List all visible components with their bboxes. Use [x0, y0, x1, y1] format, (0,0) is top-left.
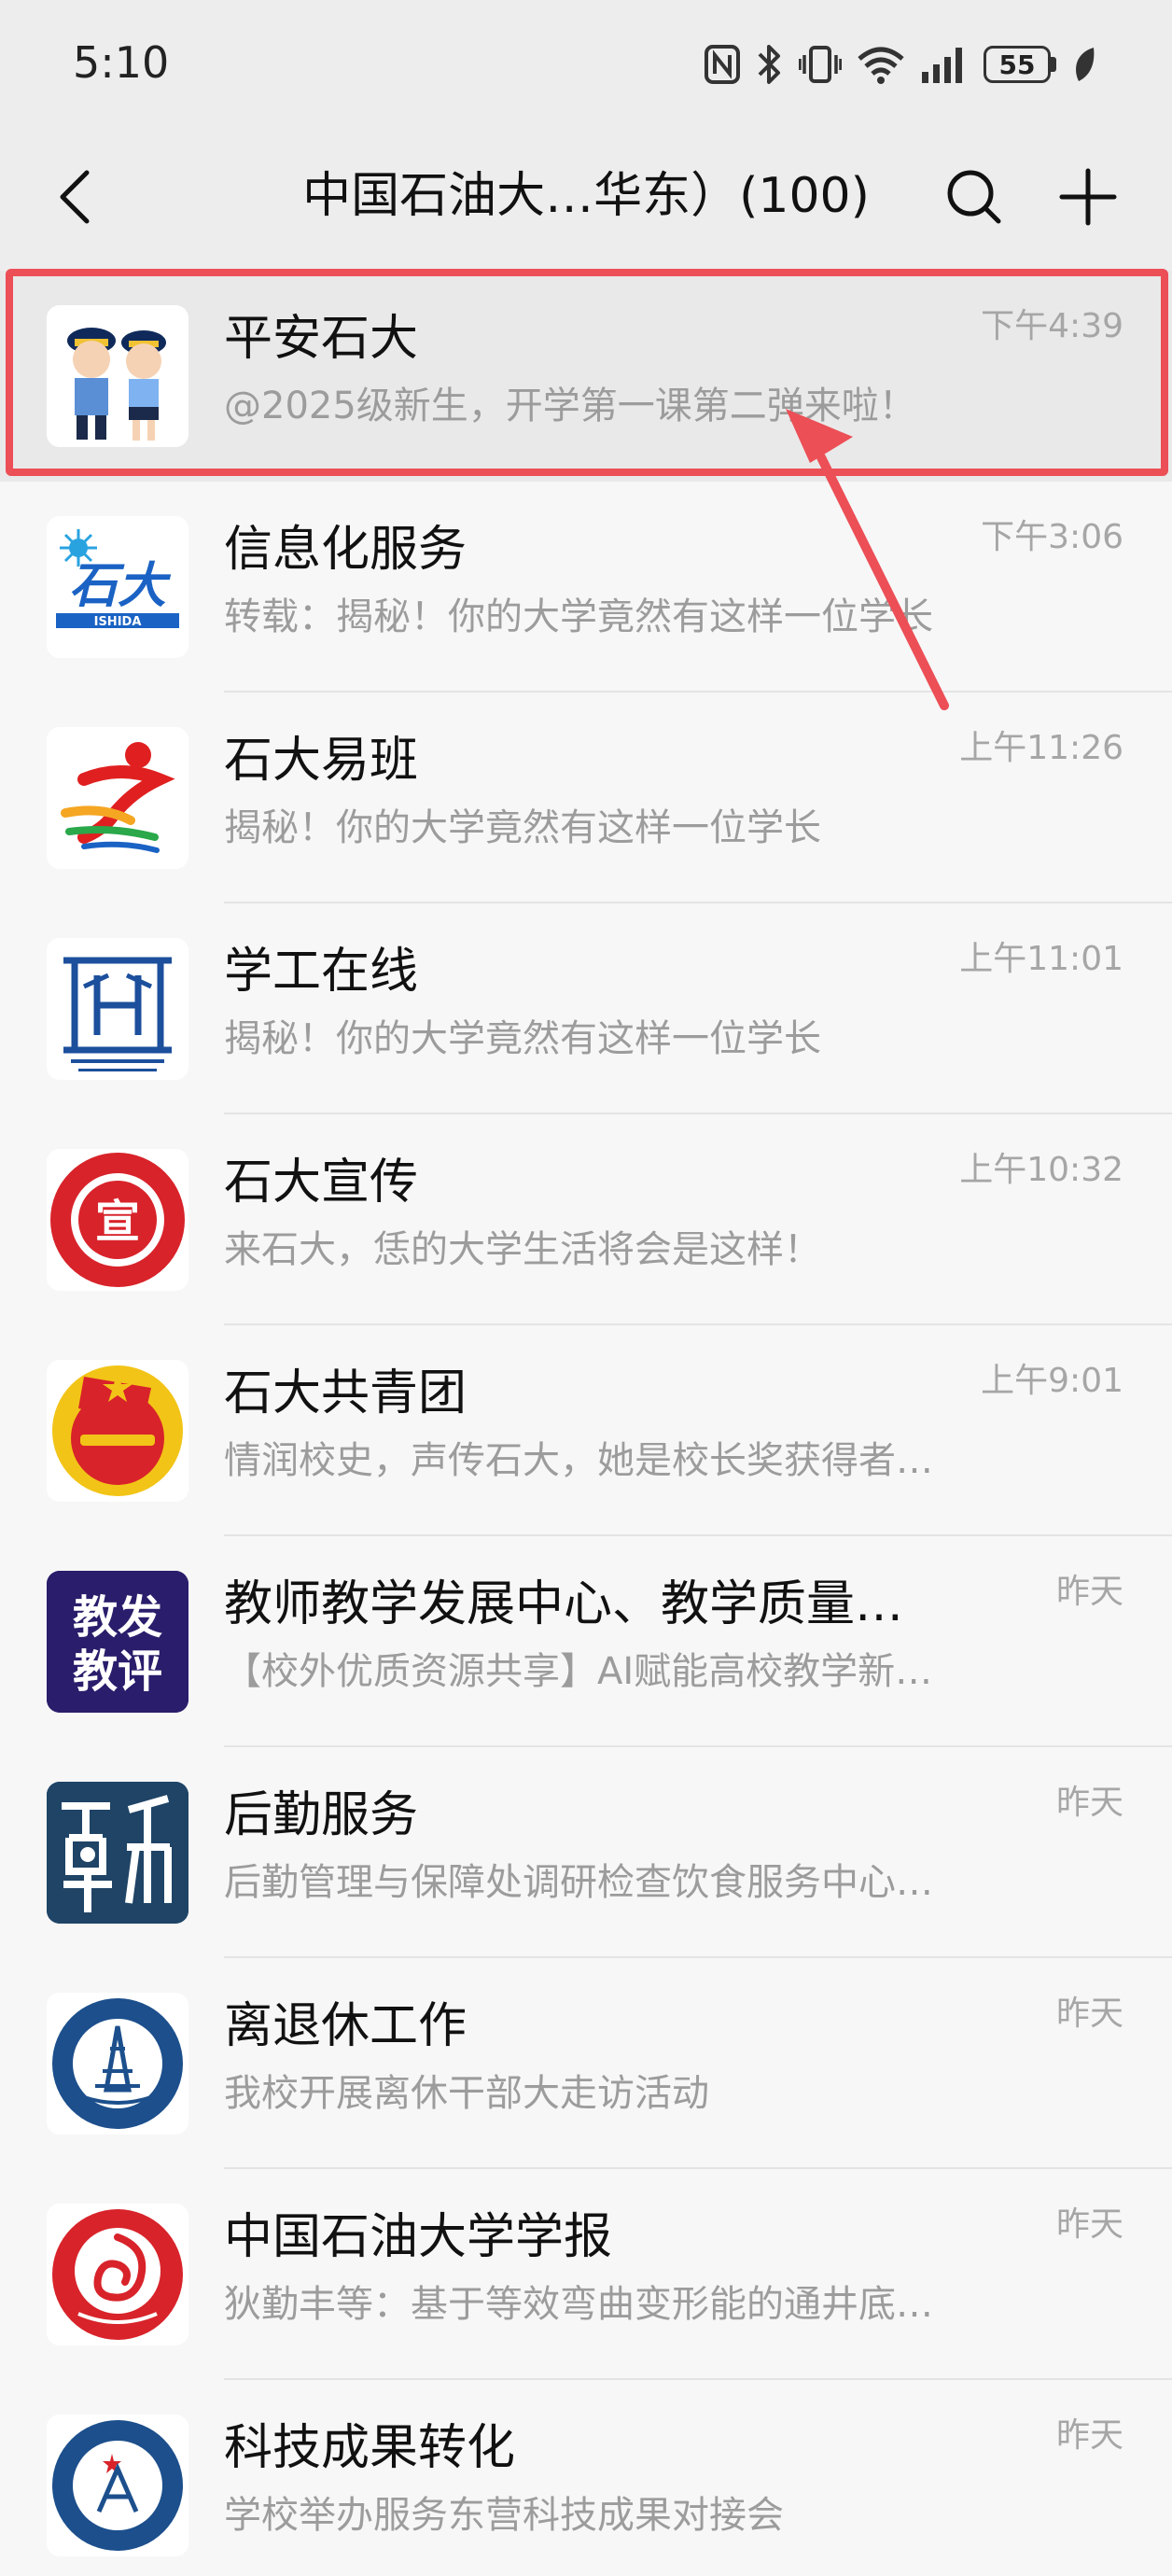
message-preview: 狄勤丰等：基于等效弯曲变形能的通井底… [224, 2283, 933, 2326]
university-seal-avatar: 宣 [47, 1149, 188, 1291]
message-preview: 后勤管理与保障处调研检查饮食服务中心… [224, 1861, 933, 1904]
message-time: 上午9:01 [981, 1362, 1123, 1400]
message-time: 昨天 [1055, 2416, 1123, 2455]
message-preview: 来石大，恁的大学生活将会是这样！ [224, 1228, 821, 1271]
official-accounts-list: 平安石大 @2025级新生，开学第一课第二弹来啦！ 下午4:39 石大 ISHI… [0, 271, 1172, 2576]
police-mascots-avatar [47, 305, 188, 447]
chevron-left-icon [60, 170, 90, 224]
list-item[interactable]: 宣 石大宣传 来石大，恁的大学生活将会是这样！ 上午10:32 [0, 1114, 1172, 1325]
nav-header: 中国石油大…华东）(100) [0, 131, 1172, 261]
runner-logo-avatar [47, 727, 188, 869]
message-time: 下午3:06 [981, 518, 1123, 556]
account-name: 教师教学发展中心、教学质量… [224, 1576, 904, 1632]
avatar-label: 宣 [95, 1196, 140, 1248]
journal-logo-avatar [47, 2204, 188, 2345]
avatar-label-top: 教发 [73, 1591, 162, 1644]
tech-transfer-seal-avatar [47, 2415, 188, 2556]
account-name: 信息化服务 [224, 522, 467, 578]
bluetooth-icon [756, 43, 784, 86]
message-time: 昨天 [1055, 1995, 1123, 2033]
search-button[interactable] [939, 161, 1010, 232]
message-preview: 揭秘！你的大学竟然有这样一位学长 [224, 1017, 821, 1060]
avatar-label-bottom: 教评 [73, 1645, 162, 1698]
list-item[interactable]: 后勤服务 后勤管理与保障处调研检查饮食服务中心… 昨天 [0, 1747, 1172, 1958]
message-time: 昨天 [1055, 1784, 1123, 1822]
message-preview: 【校外优质资源共享】AI赋能高校教学新… [224, 1650, 933, 1693]
message-time: 上午11:01 [959, 940, 1123, 978]
status-bar: 5:10 55 [0, 0, 1172, 131]
list-item[interactable]: 教发 教评 教师教学发展中心、教学质量… 【校外优质资源共享】AI赋能高校教学新… [0, 1536, 1172, 1747]
account-name: 石大宣传 [224, 1155, 419, 1211]
account-name: 平安石大 [224, 311, 419, 367]
svg-text:石大: 石大 [69, 558, 172, 614]
message-time: 上午11:26 [959, 729, 1123, 767]
account-name: 科技成果转化 [224, 2420, 516, 2476]
list-item[interactable]: 中国石油大学学报 狄勤丰等：基于等效弯曲变形能的通井底… 昨天 [0, 2169, 1172, 2380]
back-button[interactable] [41, 164, 106, 230]
plus-icon [1059, 168, 1117, 226]
message-preview: 情润校史，声传石大，她是校长奖获得者… [224, 1439, 933, 1482]
page-title: 中国石油大…华东）(100) [302, 168, 870, 224]
account-name: 离退休工作 [224, 1998, 467, 2054]
list-item[interactable]: 平安石大 @2025级新生，开学第一课第二弹来啦！ 下午4:39 [0, 271, 1172, 482]
wifi-icon [857, 44, 905, 85]
battery-level: 55 [984, 46, 1051, 83]
status-time: 5:10 [73, 37, 170, 88]
message-preview: 转载：揭秘！你的大学竟然有这样一位学长 [224, 595, 933, 638]
message-time: 昨天 [1055, 2205, 1123, 2244]
account-name: 石大易班 [224, 733, 419, 789]
message-preview: 学校举办服务东营科技成果对接会 [224, 2494, 784, 2537]
search-icon [947, 170, 1001, 224]
message-preview: 揭秘！你的大学竟然有这样一位学长 [224, 806, 821, 849]
account-name: 中国石油大学学报 [224, 2209, 613, 2265]
shida-logo-avatar: 石大 ISHIDA [47, 516, 188, 658]
youth-league-avatar [47, 1360, 188, 1502]
nfc-icon [704, 44, 741, 85]
message-time: 昨天 [1055, 1573, 1123, 1611]
message-preview: @2025级新生，开学第一课第二弹来啦！ [224, 385, 916, 427]
vibrate-icon [799, 44, 842, 85]
signal-icon [920, 44, 969, 85]
xuegong-logo-avatar [47, 938, 188, 1080]
message-time: 上午10:32 [959, 1151, 1123, 1189]
list-item[interactable]: 石大共青团 情润校史，声传石大，她是校长奖获得者… 上午9:01 [0, 1325, 1172, 1536]
list-item[interactable]: 石大易班 揭秘！你的大学竟然有这样一位学长 上午11:26 [0, 693, 1172, 903]
petroleum-seal-avatar [47, 1993, 188, 2135]
list-item[interactable]: 石大 ISHIDA 信息化服务 转载：揭秘！你的大学竟然有这样一位学长 下午3:… [0, 482, 1172, 693]
list-item[interactable]: 科技成果转化 学校举办服务东营科技成果对接会 昨天 [0, 2380, 1172, 2576]
battery-icon: 55 [984, 46, 1056, 83]
message-time: 下午4:39 [981, 307, 1123, 345]
avatar-label: ISHIDA [94, 615, 142, 629]
account-name: 石大共青团 [224, 1365, 467, 1421]
logistics-logo-avatar [47, 1782, 188, 1924]
message-preview: 我校开展离休干部大走访活动 [224, 2072, 709, 2115]
list-item[interactable]: 离退休工作 我校开展离休干部大走访活动 昨天 [0, 1958, 1172, 2169]
account-name: 后勤服务 [224, 1787, 419, 1843]
list-item[interactable]: 学工在线 揭秘！你的大学竟然有这样一位学长 上午11:01 [0, 903, 1172, 1114]
teaching-text-avatar: 教发 教评 [47, 1571, 188, 1713]
add-button[interactable] [1053, 161, 1123, 232]
status-icons: 55 [704, 41, 1097, 88]
account-name: 学工在线 [224, 944, 419, 1000]
leaf-icon [1071, 44, 1097, 85]
